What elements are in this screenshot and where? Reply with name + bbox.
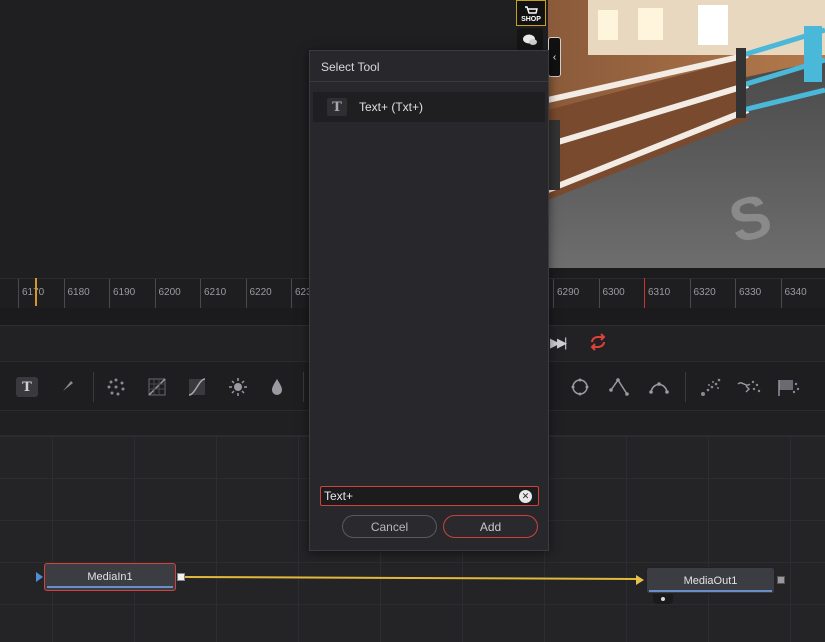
chat-button[interactable]: [517, 28, 543, 52]
text-tool-icon: T: [327, 98, 347, 116]
collapse-panel-button[interactable]: ‹: [548, 37, 561, 77]
paint-brush-icon[interactable]: [53, 374, 79, 400]
ruler-tick-label: 6330: [739, 287, 762, 298]
ruler-tick-label: 6290: [557, 287, 580, 298]
toolbar-divider: [685, 372, 686, 402]
ruler-tick-label: 6340: [784, 287, 807, 298]
ruler-tick: 6330: [735, 279, 761, 309]
sun-icon: [229, 378, 247, 396]
loop-button[interactable]: [588, 333, 608, 356]
ruler-tick: 6230: [291, 279, 317, 309]
ruler-tick: 6320: [689, 279, 716, 309]
circle-mask-icon: [571, 378, 589, 396]
toolbar-divider: [303, 372, 304, 402]
shop-label: SHOP: [521, 16, 541, 23]
search-input[interactable]: [324, 489, 514, 503]
right-viewer: S: [548, 0, 825, 268]
tool-list: T Text+ (Txt+): [310, 83, 548, 483]
chevron-left-icon: ‹: [552, 51, 557, 63]
ruler-tick-label: 6300: [602, 287, 625, 298]
particle-grid-icon[interactable]: [776, 374, 802, 400]
arc-icon: [649, 382, 669, 394]
ruler-tick-label: 6320: [693, 287, 716, 298]
particle-render-icon[interactable]: [736, 374, 762, 400]
ruler-tick-label: 6220: [249, 287, 272, 298]
flag-particles-icon: [778, 380, 800, 396]
ruler-tick-label: 6200: [158, 287, 181, 298]
search-field[interactable]: ✕: [320, 486, 539, 506]
bspline-mask-icon[interactable]: [646, 374, 672, 400]
ruler-tick: 6300: [598, 279, 625, 309]
node-input-triangle[interactable]: [636, 575, 644, 585]
add-button[interactable]: Add: [443, 515, 538, 538]
playhead-marker-secondary[interactable]: [644, 278, 645, 308]
ruler-tick: 6170: [18, 279, 44, 309]
ruler-tick-label: 6210: [204, 287, 227, 298]
select-tool-dialog: Select Tool T Text+ (Txt+) ✕ Cancel Add: [309, 50, 549, 551]
polygon-mask-icon[interactable]: [606, 374, 632, 400]
node-output-port[interactable]: [177, 573, 185, 581]
ruler-tick: 6210: [200, 279, 226, 309]
clear-icon[interactable]: ✕: [519, 490, 532, 503]
node-output-port[interactable]: [777, 576, 785, 584]
boxing-ring-image: S: [548, 0, 825, 268]
media-out-node[interactable]: MediaOut1: [646, 567, 775, 594]
curves-icon[interactable]: [184, 374, 210, 400]
node-input-triangle[interactable]: [36, 572, 43, 582]
shop-button[interactable]: SHOP: [516, 0, 546, 26]
brush-icon: [58, 381, 73, 395]
ruler-tick-label: 6180: [67, 287, 90, 298]
list-item-label: Text+ (Txt+): [359, 100, 424, 114]
node-mask-port[interactable]: [653, 594, 673, 604]
brightness-icon[interactable]: [225, 374, 251, 400]
water-drop-icon: [272, 379, 282, 395]
loop-icon: [590, 333, 606, 351]
skip-to-end-icon[interactable]: ▶▶|: [550, 335, 567, 351]
node-label: MediaOut1: [683, 574, 738, 587]
ruler-tick: 6190: [109, 279, 135, 309]
media-in-node[interactable]: MediaIn1: [44, 563, 176, 591]
text-tool-icon[interactable]: T: [16, 377, 38, 397]
ruler-tick: 6220: [245, 279, 272, 309]
ruler-tick: 6180: [63, 279, 90, 309]
polyline-icon: [609, 378, 629, 396]
ruler-tick: 6290: [553, 279, 579, 309]
ellipse-mask-icon[interactable]: [567, 374, 593, 400]
node-label: MediaIn1: [87, 571, 133, 583]
ruler-tick: 6340: [780, 279, 807, 309]
dialog-title: Select Tool: [310, 51, 548, 82]
particle-spray-icon: [701, 378, 721, 396]
chat-icon: [523, 34, 537, 45]
ruler-tick-label: 6190: [113, 287, 136, 298]
particles-icon[interactable]: [103, 374, 129, 400]
drop-icon[interactable]: [264, 374, 290, 400]
list-item[interactable]: T Text+ (Txt+): [313, 92, 545, 122]
ruler-tick-label: 6310: [648, 287, 671, 298]
gradient-icon[interactable]: [144, 374, 170, 400]
toolbar-divider: [93, 372, 94, 402]
ruler-tick: 6200: [154, 279, 181, 309]
cart-icon: [525, 6, 538, 14]
particle-emitter-icon[interactable]: [698, 374, 724, 400]
playhead-marker[interactable]: [35, 278, 37, 306]
curve-icon: [188, 378, 206, 396]
particle-path-icon: [737, 380, 761, 393]
ruler-tick-label: 6170: [22, 287, 45, 298]
grid-curve-icon: [148, 378, 166, 396]
dots-circle-icon: [107, 378, 125, 396]
cancel-button[interactable]: Cancel: [342, 515, 437, 538]
